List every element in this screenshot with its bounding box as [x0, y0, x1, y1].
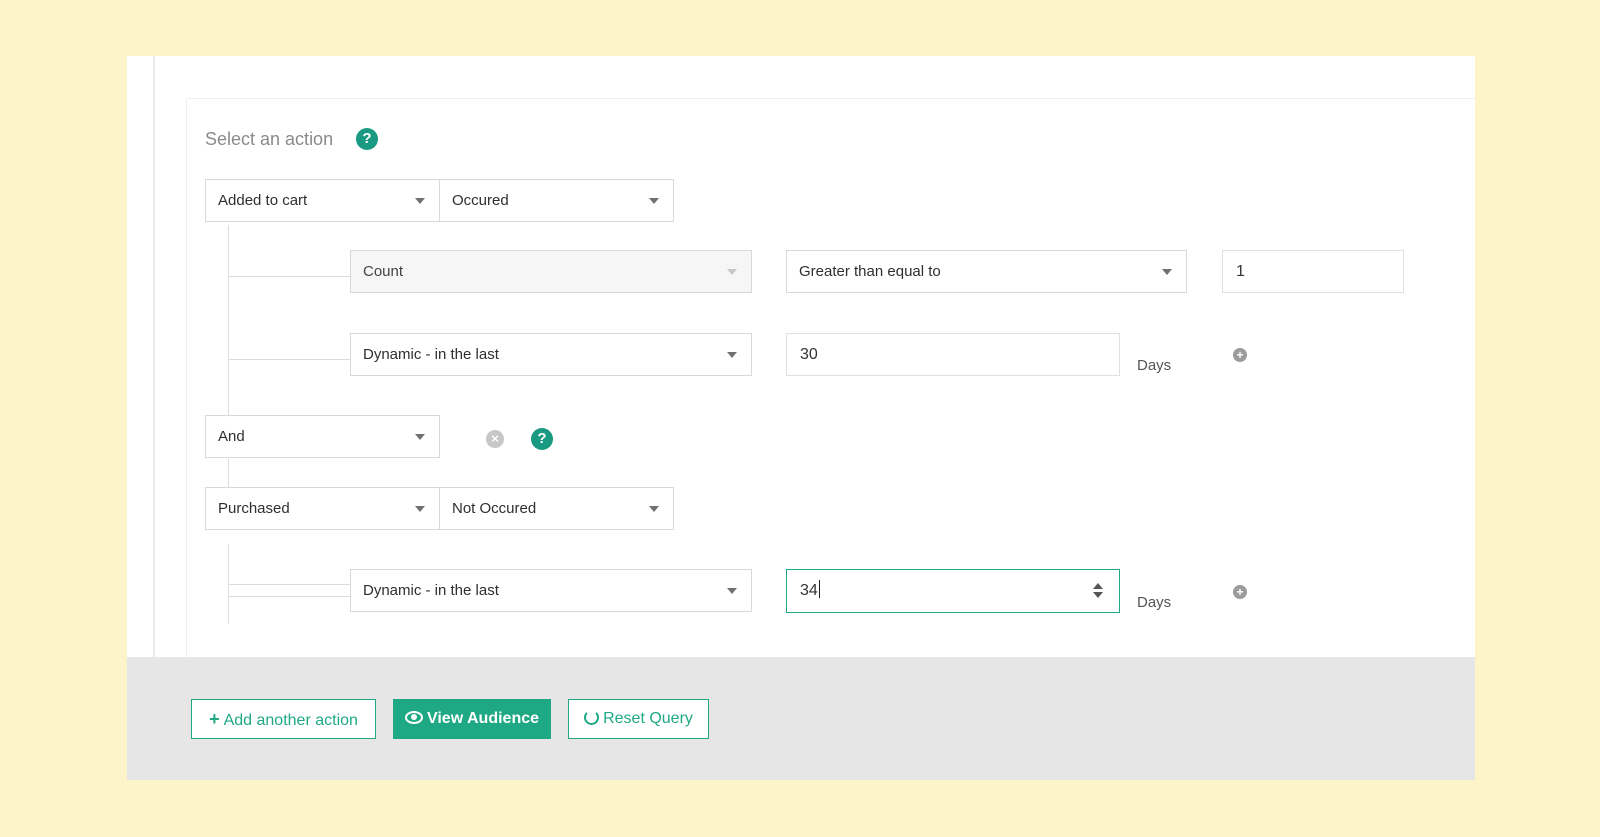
spinner-up-icon[interactable]: [1093, 583, 1103, 589]
chevron-down-icon: [727, 269, 737, 275]
text-cursor: [818, 580, 820, 598]
reset-query-label: Reset Query: [603, 710, 693, 727]
time-mode-select-2-value: Dynamic - in the last: [363, 582, 499, 599]
eye-icon: [404, 711, 423, 724]
event-select-value: Added to cart: [218, 192, 308, 209]
operator-value-input[interactable]: 1: [1222, 250, 1404, 293]
time-value-input[interactable]: 30: [786, 333, 1120, 376]
time-value-2-text: 34: [800, 582, 818, 599]
event-select-2-value: Purchased: [218, 500, 290, 517]
operator-select[interactable]: Greater than equal to: [786, 250, 1187, 293]
chevron-down-icon: [649, 198, 659, 204]
occurrence-select[interactable]: Occured: [439, 179, 674, 222]
tree-line-branch: [229, 276, 352, 277]
occurrence-select-2-value: Not Occured: [452, 500, 537, 517]
reset-icon: [584, 710, 600, 725]
occurrence-select-2[interactable]: Not Occured: [439, 487, 674, 530]
event-select[interactable]: Added to cart: [205, 179, 440, 222]
chevron-down-icon: [415, 198, 425, 204]
metric-select-value: Count: [363, 263, 404, 280]
time-value-text: 30: [800, 346, 818, 363]
connector-select[interactable]: And: [205, 415, 440, 458]
chevron-down-icon: [727, 588, 737, 594]
chevron-down-icon: [1162, 269, 1172, 275]
add-action-label: Add another action: [223, 712, 358, 729]
event-select-2[interactable]: Purchased: [205, 487, 440, 530]
tree-line-vertical: [228, 225, 229, 415]
left-rule: [153, 56, 155, 657]
help-icon[interactable]: ?: [356, 128, 378, 150]
plus-icon: +: [209, 709, 220, 729]
help-icon[interactable]: ?: [531, 428, 553, 450]
chevron-down-icon: [415, 434, 425, 440]
tree-line-branch: [229, 596, 352, 597]
connector-select-value: And: [218, 428, 245, 445]
occurrence-select-value: Occured: [452, 192, 509, 209]
section-title: Select an action: [205, 129, 334, 149]
number-spinner[interactable]: [1093, 583, 1103, 599]
operator-select-value: Greater than equal to: [799, 263, 941, 280]
view-audience-button[interactable]: View Audience: [393, 699, 551, 739]
time-unit-label-2: Days: [1137, 594, 1172, 611]
tree-line-branch: [229, 584, 352, 585]
tree-line-vertical: [228, 459, 229, 487]
chevron-down-icon: [415, 506, 425, 512]
time-unit-label: Days: [1137, 357, 1172, 374]
chevron-down-icon: [649, 506, 659, 512]
time-value-input-2[interactable]: 34: [786, 569, 1120, 613]
remove-connector-icon[interactable]: ×: [486, 430, 504, 448]
add-action-button[interactable]: + Add another action: [191, 699, 376, 739]
add-condition-icon[interactable]: +: [1233, 348, 1247, 362]
time-mode-select-2[interactable]: Dynamic - in the last: [350, 569, 752, 612]
reset-query-button[interactable]: Reset Query: [568, 699, 709, 739]
chevron-down-icon: [727, 352, 737, 358]
time-mode-select[interactable]: Dynamic - in the last: [350, 333, 752, 376]
metric-select[interactable]: Count: [350, 250, 752, 293]
tree-line-branch: [229, 359, 352, 360]
spinner-down-icon[interactable]: [1093, 592, 1103, 598]
add-condition-icon[interactable]: +: [1233, 585, 1247, 599]
operator-value-text: 1: [1236, 263, 1245, 280]
time-mode-select-value: Dynamic - in the last: [363, 346, 499, 363]
view-audience-label: View Audience: [426, 710, 540, 727]
